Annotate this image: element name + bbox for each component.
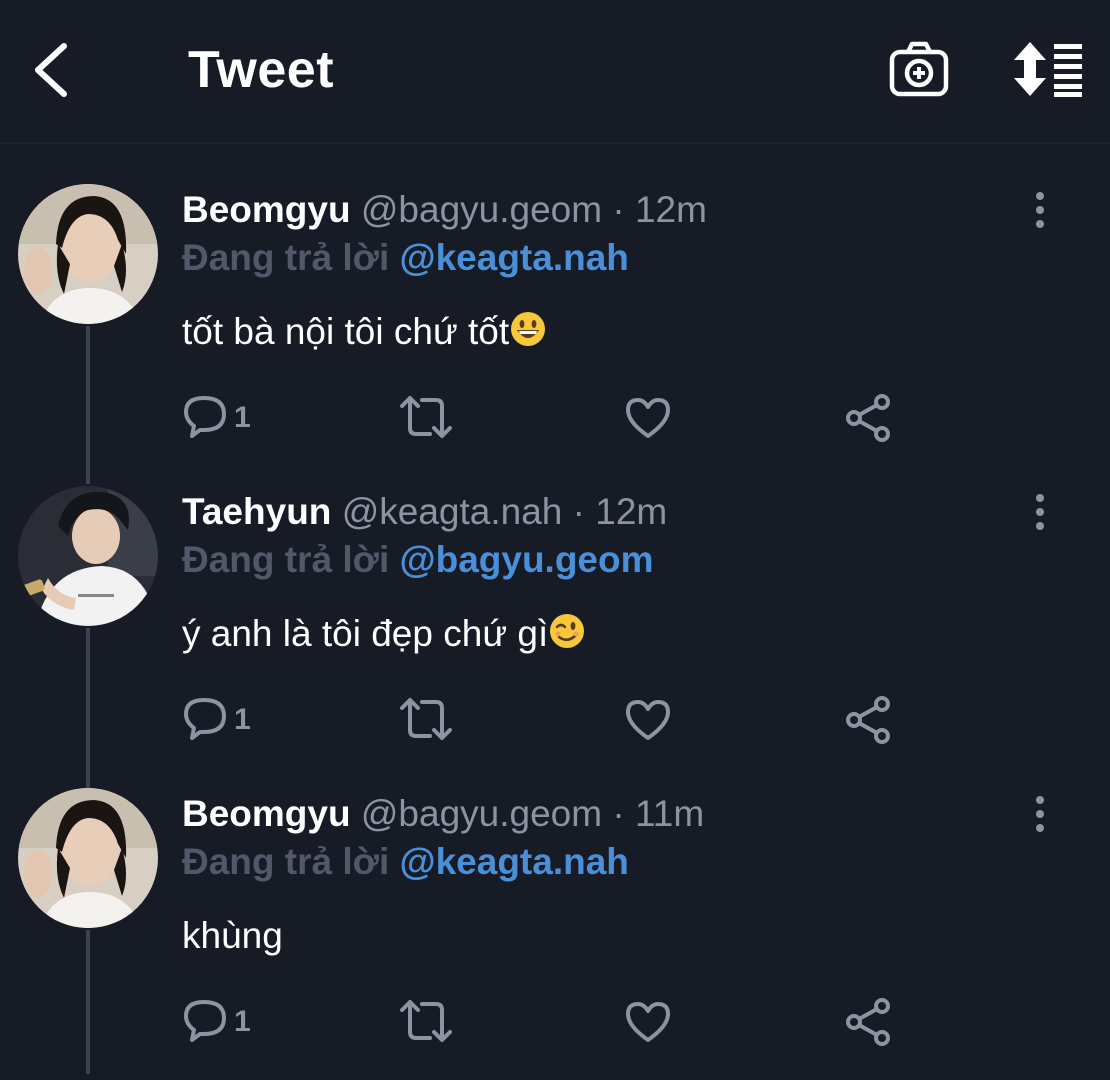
top-bar: Tweet [0,0,1110,144]
camera-add-icon [889,41,949,97]
chevron-left-icon [35,43,67,97]
mention-link[interactable]: @bagyu.geom [400,539,654,580]
tweet-body: ý anh là tôi đẹp chứ gì [182,610,586,662]
reply-bubble-icon [184,698,226,740]
retweet-icon [400,698,452,740]
tweet-header: Taehyun @keagta.nah · 12m [182,488,667,536]
separator-dot: · [572,491,585,532]
more-vertical-icon [1036,796,1044,832]
share-button[interactable] [844,392,894,444]
share-button[interactable] [844,996,894,1048]
share-icon [846,696,890,744]
retweet-button[interactable] [398,392,454,444]
tweet-header: Beomgyu @bagyu.geom · 11m [182,790,704,838]
more-vertical-icon [1036,494,1044,530]
user-handle[interactable]: @bagyu.geom [361,793,602,834]
replying-to: Đang trả lời @keagta.nah [182,838,629,886]
tweet-body: khùng [182,912,283,960]
tweet-item[interactable]: Taehyun @keagta.nah · 12m Đang trả lời @… [0,486,1110,786]
reply-count: 1 [234,1005,251,1038]
avatar[interactable] [18,788,158,928]
timestamp: 12m [595,491,668,532]
camera-button[interactable] [888,40,950,98]
back-button[interactable] [26,38,78,102]
tweet-body: tốt bà nội tôi chứ tốt [182,308,547,360]
replying-to: Đang trả lời @keagta.nah [182,234,629,282]
sort-list-icon [1014,42,1082,97]
display-name[interactable]: Beomgyu [182,189,351,230]
retweet-button[interactable] [398,996,454,1048]
share-icon [846,998,890,1046]
tweet-text: ý anh là tôi đẹp chứ gì [182,613,549,654]
more-options-button[interactable] [1024,794,1056,834]
tweet-item[interactable]: Beomgyu @bagyu.geom · 12m Đang trả lời @… [0,184,1110,484]
tweet-item[interactable]: Beomgyu @bagyu.geom · 11m Đang trả lời @… [0,788,1110,1080]
display-name[interactable]: Taehyun [182,491,331,532]
tweet-text: khùng [182,915,283,956]
page-title: Tweet [188,41,335,99]
replying-to-label: Đang trả lời [182,539,390,580]
tweet-text: tốt bà nội tôi chứ tốt [182,311,510,352]
display-name[interactable]: Beomgyu [182,793,351,834]
reply-bubble-icon [184,396,226,438]
heart-icon [626,1002,670,1042]
replying-to-label: Đang trả lời [182,841,390,882]
heart-icon [626,398,670,438]
replying-to-label: Đang trả lời [182,237,390,278]
like-button[interactable] [622,694,674,746]
user-avatar-image [18,788,158,928]
mention-link[interactable]: @keagta.nah [400,237,629,278]
timestamp: 11m [634,793,705,834]
reply-button[interactable]: 1 [182,392,262,444]
reply-button[interactable]: 1 [182,996,262,1048]
tweet-header: Beomgyu @bagyu.geom · 12m [182,186,707,234]
retweet-icon [400,1000,452,1042]
avatar[interactable] [18,184,158,324]
retweet-icon [400,396,452,438]
heart-icon [626,700,670,740]
user-avatar-image [18,184,158,324]
retweet-button[interactable] [398,694,454,746]
reply-count: 1 [234,703,251,736]
separator-dot: · [612,793,625,834]
avatar[interactable] [18,486,158,626]
more-options-button[interactable] [1024,492,1056,532]
winking-face-emoji [548,612,586,662]
reply-button[interactable]: 1 [182,694,262,746]
more-vertical-icon [1036,192,1044,228]
grinning-face-emoji [509,310,547,360]
timestamp: 12m [634,189,707,230]
user-avatar-image [18,486,158,626]
more-options-button[interactable] [1024,190,1056,230]
user-handle[interactable]: @bagyu.geom [361,189,602,230]
reply-bubble-icon [184,1000,226,1042]
sort-button[interactable] [1010,40,1084,98]
share-button[interactable] [844,694,894,746]
share-icon [846,394,890,442]
mention-link[interactable]: @keagta.nah [400,841,629,882]
tweet-actions: 1 [182,392,942,444]
reply-count: 1 [234,401,251,434]
separator-dot: · [612,189,625,230]
replying-to: Đang trả lời @bagyu.geom [182,536,654,584]
like-button[interactable] [622,996,674,1048]
tweet-thread-screen: Tweet Beomgyu @bagyu.geom · 12m Đang trả… [0,0,1110,1080]
tweet-actions: 1 [182,996,942,1048]
user-handle[interactable]: @keagta.nah [342,491,563,532]
tweet-actions: 1 [182,694,942,746]
like-button[interactable] [622,392,674,444]
